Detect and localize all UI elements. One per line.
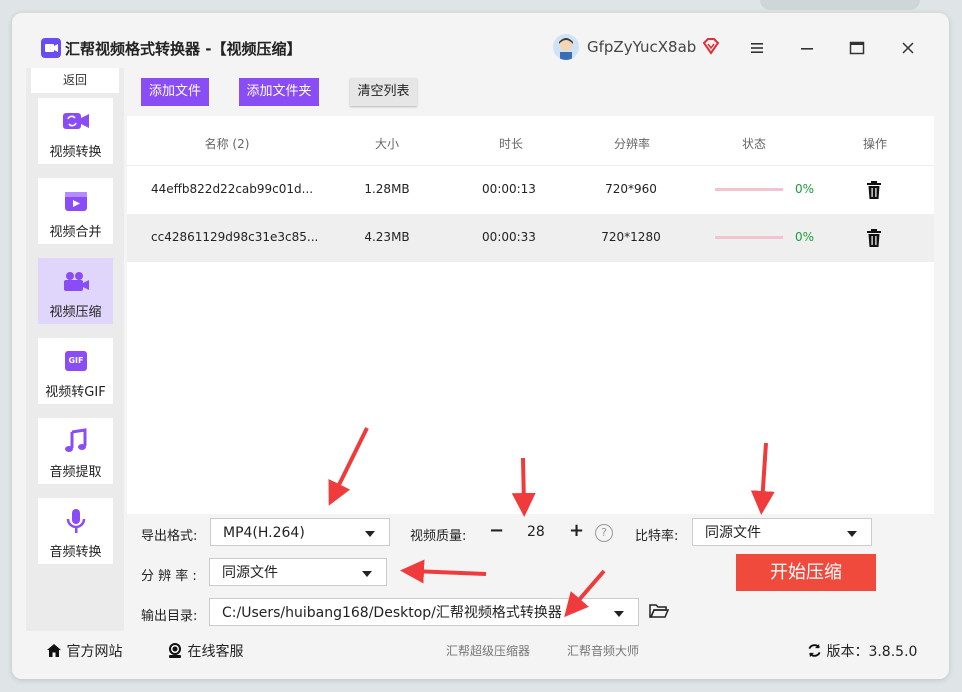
column-header-size: 大小 (374, 137, 399, 151)
table-row[interactable]: cc42861129d98c31e3c85... 4.23MB 00:00:33… (127, 214, 934, 262)
table-header: 名称 (2) 大小 时长 分辨率 状态 操作 (127, 121, 934, 166)
sidebar-item-label: 视频转换 (49, 145, 102, 160)
format-value: MP4(H.264) (223, 525, 305, 541)
progress-bar (715, 188, 783, 191)
maximize-icon[interactable] (848, 39, 866, 57)
user-avatar[interactable] (553, 34, 579, 60)
app-window: 汇帮视频格式转换器 -【视频压缩】 GfpZyYucX8ab 返回 视频转换 视… (12, 13, 949, 679)
output-dir-label: 输出目录: (141, 609, 198, 624)
file-size: 4.23MB (364, 230, 410, 244)
clear-list-button[interactable]: 清空列表 (350, 78, 417, 106)
delete-trash-icon[interactable] (865, 180, 883, 200)
back-button[interactable]: 返回 (31, 68, 119, 93)
format-label: 导出格式: (141, 529, 198, 544)
bitrate-value: 同源文件 (705, 525, 761, 541)
progress-percent: 0% (795, 230, 815, 244)
official-website-link[interactable]: 官方网站 (46, 641, 122, 661)
sidebar-item-video-gif[interactable]: GIF 视频转GIF (38, 338, 113, 404)
add-folder-button[interactable]: 添加文件夹 (239, 78, 319, 106)
microphone-icon (61, 508, 91, 534)
official-website-label: 官方网站 (66, 644, 123, 660)
refresh-icon (808, 643, 821, 658)
resolution-value: 同源文件 (222, 565, 278, 581)
super-compressor-link[interactable]: 汇帮超级压缩器 (446, 642, 530, 659)
quality-decrease-button[interactable]: − (489, 520, 504, 541)
toolbar: 添加文件 添加文件夹 清空列表 (127, 68, 934, 116)
sidebar-item-label: 视频转GIF (45, 385, 106, 400)
version-label: 版本： (826, 644, 869, 660)
sidebar-item-label: 音频转换 (49, 545, 102, 560)
background-tab (760, 0, 920, 10)
online-support-link[interactable]: 在线客服 (167, 641, 243, 661)
quality-label: 视频质量: (410, 529, 467, 544)
table-row[interactable]: 44effb822d22cab99c01d... 1.28MB 00:00:13… (127, 166, 934, 214)
output-dir-value: C:/Users/huibang168/Desktop/汇帮视频格式转换器 (222, 605, 562, 621)
resolution-label: 分 辨 率 : (141, 569, 197, 584)
sidebar: 返回 视频转换 视频合并 视频压缩 GIF 视频转GIF 音频提取 音频转换 (26, 68, 124, 631)
bitrate-select[interactable]: 同源文件 (692, 518, 872, 546)
file-resolution: 720*960 (605, 182, 657, 196)
chevron-down-icon (847, 531, 857, 537)
output-dir-select[interactable]: C:/Users/huibang168/Desktop/汇帮视频格式转换器 (209, 598, 639, 626)
title-bar: 汇帮视频格式转换器 -【视频压缩】 GfpZyYucX8ab (12, 13, 949, 65)
delete-trash-icon[interactable] (865, 228, 883, 248)
chevron-down-icon (362, 571, 372, 577)
column-header-status: 状态 (741, 137, 766, 151)
progress-percent: 0% (795, 182, 815, 196)
settings-panel: 导出格式: MP4(H.264) 视频质量: − 28 + ? 比特率: 同源文… (127, 514, 934, 631)
column-header-resolution: 分辨率 (613, 137, 650, 151)
footer: 官方网站 在线客服 汇帮超级压缩器 汇帮音频大师 版本：3.8.5.0 (12, 631, 949, 679)
bitrate-label: 比特率: (635, 529, 679, 544)
file-duration: 00:00:33 (482, 230, 536, 244)
video-merge-icon (61, 188, 91, 214)
quality-value[interactable]: 28 (527, 524, 545, 540)
vip-diamond-icon[interactable] (702, 37, 720, 55)
sidebar-item-video-compress[interactable]: 视频压缩 (38, 258, 113, 324)
close-icon[interactable] (899, 39, 917, 57)
minimize-icon[interactable] (798, 39, 816, 57)
svg-text:GIF: GIF (68, 356, 83, 365)
app-title: 汇帮视频格式转换器 -【视频压缩】 (65, 40, 302, 58)
column-header-duration: 时长 (498, 137, 523, 151)
menu-icon[interactable] (748, 39, 766, 57)
sidebar-item-video-merge[interactable]: 视频合并 (38, 178, 113, 244)
add-file-button[interactable]: 添加文件 (141, 78, 209, 106)
online-support-label: 在线客服 (187, 644, 244, 660)
version-info[interactable]: 版本：3.8.5.0 (807, 641, 917, 661)
help-icon[interactable]: ? (595, 524, 613, 542)
file-name: cc42861129d98c31e3c85... (151, 230, 319, 244)
open-folder-icon[interactable] (649, 602, 670, 620)
file-size: 1.28MB (364, 182, 410, 196)
music-note-icon (61, 428, 91, 454)
gif-icon: GIF (61, 348, 91, 374)
sidebar-item-label: 音频提取 (49, 465, 102, 480)
file-resolution: 720*1280 (601, 230, 661, 244)
chevron-down-icon (365, 531, 375, 537)
progress-bar (715, 236, 783, 239)
app-logo-icon (41, 38, 61, 58)
home-icon (47, 644, 61, 657)
sidebar-item-video-convert[interactable]: 视频转换 (38, 98, 113, 164)
audio-master-link[interactable]: 汇帮音频大师 (567, 642, 639, 659)
column-header-name: 名称 (2) (204, 137, 250, 151)
sidebar-item-audio-extract[interactable]: 音频提取 (38, 418, 113, 484)
quality-increase-button[interactable]: + (569, 520, 584, 541)
video-convert-icon (61, 108, 91, 134)
headset-icon (169, 643, 181, 658)
sidebar-item-label: 视频压缩 (49, 305, 102, 320)
chevron-down-icon (614, 611, 624, 617)
sidebar-item-label: 视频合并 (49, 225, 102, 240)
video-compress-icon (61, 268, 91, 294)
format-select[interactable]: MP4(H.264) (210, 518, 390, 546)
file-name: 44effb822d22cab99c01d... (151, 182, 314, 196)
resolution-select[interactable]: 同源文件 (209, 558, 387, 586)
user-name[interactable]: GfpZyYucX8ab (587, 38, 696, 56)
column-header-actions: 操作 (862, 137, 887, 151)
start-compress-button[interactable]: 开始压缩 (736, 554, 876, 591)
main-panel: 添加文件 添加文件夹 清空列表 名称 (2) 大小 时长 分辨率 状态 操作 4… (127, 68, 934, 631)
file-duration: 00:00:13 (482, 182, 536, 196)
sidebar-item-audio-convert[interactable]: 音频转换 (38, 498, 113, 564)
version-number: 3.8.5.0 (868, 644, 918, 660)
